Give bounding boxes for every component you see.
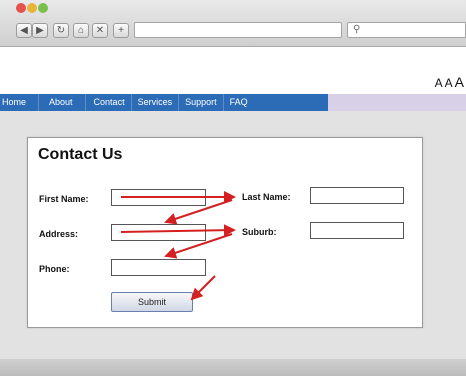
menu-item-support[interactable]: Support bbox=[179, 94, 224, 111]
phone-field[interactable] bbox=[111, 259, 206, 276]
reload-icon: ↻ bbox=[56, 25, 66, 36]
menu-item-home[interactable]: Home bbox=[0, 94, 40, 111]
close-icon: ✕ bbox=[95, 25, 105, 36]
menu-item-faq[interactable]: FAQ bbox=[224, 94, 254, 111]
home-button[interactable]: ⌂ bbox=[73, 23, 89, 38]
home-icon: ⌂ bbox=[77, 25, 85, 36]
address-label: Address: bbox=[39, 229, 79, 239]
submit-button[interactable]: Submit bbox=[111, 292, 193, 312]
browser-toolbar: ◀ ▶ ↻ ⌂ ✕ + ⚲ bbox=[0, 0, 466, 47]
menu-items: Home About Contact Services Support FAQ bbox=[0, 94, 328, 111]
suburb-field[interactable] bbox=[310, 222, 404, 239]
reload-button[interactable]: ↻ bbox=[53, 23, 69, 38]
last-name-label: Last Name: bbox=[242, 192, 291, 202]
back-arrow-icon: ◀ bbox=[20, 25, 28, 36]
search-icon: ⚲ bbox=[353, 24, 361, 35]
new-tab-button[interactable]: + bbox=[113, 23, 129, 38]
last-name-field[interactable] bbox=[310, 187, 404, 204]
menu-item-about[interactable]: About bbox=[39, 94, 86, 111]
stop-button[interactable]: ✕ bbox=[92, 23, 108, 38]
main-menu: Home About Contact Services Support FAQ bbox=[0, 94, 466, 111]
phone-label: Phone: bbox=[39, 264, 70, 274]
address-field[interactable] bbox=[111, 224, 206, 241]
forward-button[interactable]: ▶ bbox=[32, 23, 48, 38]
maximize-window-dot[interactable] bbox=[38, 3, 48, 13]
menu-item-contact[interactable]: Contact bbox=[86, 94, 132, 111]
search-input[interactable]: ⚲ bbox=[347, 22, 466, 38]
suburb-label: Suburb: bbox=[242, 227, 277, 237]
font-size-large[interactable]: A bbox=[455, 74, 466, 90]
font-size-small[interactable]: A bbox=[435, 76, 445, 90]
status-bar bbox=[0, 359, 466, 376]
close-window-dot[interactable] bbox=[16, 3, 26, 13]
minimize-window-dot[interactable] bbox=[27, 3, 37, 13]
font-size-controls: AAA bbox=[435, 74, 466, 90]
first-name-field[interactable] bbox=[111, 189, 206, 206]
page-title: Contact Us bbox=[38, 146, 123, 163]
address-bar[interactable] bbox=[134, 22, 342, 38]
first-name-label: First Name: bbox=[39, 194, 89, 204]
back-button[interactable]: ◀ bbox=[16, 23, 32, 38]
new-tab-icon: + bbox=[118, 25, 124, 36]
menu-item-services[interactable]: Services bbox=[132, 94, 180, 111]
forward-arrow-icon: ▶ bbox=[36, 25, 44, 36]
font-size-medium[interactable]: A bbox=[445, 76, 455, 90]
